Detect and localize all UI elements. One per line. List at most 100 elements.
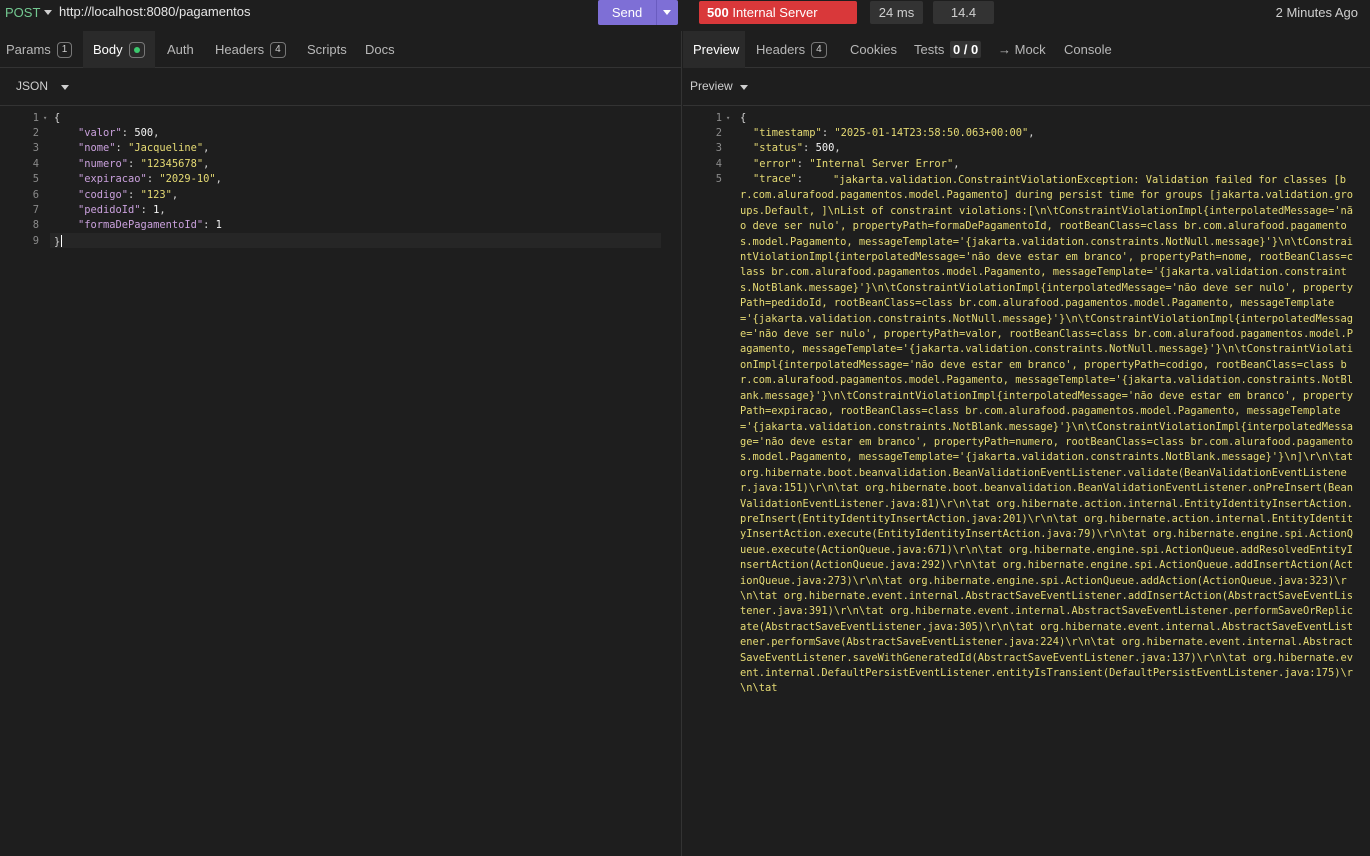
comma: , [203,158,210,170]
tab-label: → Mock [998,42,1046,57]
response-timestamp[interactable]: 2 Minutes Ago [1276,5,1358,20]
json-key: "expiracao" [78,173,147,185]
preview-mode-selector[interactable]: Preview [690,79,733,93]
line-number: 2 [32,127,39,139]
count-badge: 4 [270,41,286,58]
line-number: 4 [715,158,722,170]
request-pane: Params 1 Body Auth Headers 4 Scripts Docs … [0,31,682,856]
tab-cookies[interactable]: Cookies [850,31,897,68]
tab-label: Headers [756,42,806,57]
json-key: "timestamp" [753,127,822,139]
line-number: 7 [32,204,39,216]
line-number: 8 [32,219,39,231]
fold-icon[interactable]: ▾ [726,114,730,122]
line-number: 4 [32,158,39,170]
text-cursor [61,235,63,247]
tab-params[interactable]: Params 1 [6,31,73,68]
request-tabs: Params 1 Body Auth Headers 4 Scripts Docs [0,31,681,68]
code-line: } [54,235,63,248]
send-options-button[interactable] [656,0,678,25]
chevron-down-icon [663,10,671,15]
tab-console[interactable]: Console [1064,31,1112,68]
comma: , [834,142,841,154]
code-line: "valor": 500, [78,127,160,139]
code-line: { [54,112,60,124]
tab-label: Tests [914,42,945,57]
json-key: "nome" [78,142,116,154]
count-badge: 4 [811,41,827,58]
comma: , [953,158,960,170]
tab-response-headers[interactable]: Headers 4 [756,31,827,68]
code-line: "formaDePagamentoId": 1 [78,219,222,231]
line-number: 1 [715,112,722,124]
tab-preview[interactable]: Preview [683,31,745,68]
tab-scripts[interactable]: Scripts [307,31,347,68]
response-pane: Preview Headers 4 Cookies Tests 0 / 0 → M… [683,31,1370,856]
code-line: "expiracao": "2029-10", [78,173,222,185]
json-key: "numero" [78,158,129,170]
status-code: 500 [707,5,729,20]
send-label: Send [611,5,643,20]
tab-docs[interactable]: Docs [365,31,395,68]
tab-mock[interactable]: → Mock [998,31,1046,68]
request-body-editor[interactable]: 1 ▾ 2 3 4 5 6 7 8 9 { "valor": 500, "nom… [0,107,681,856]
line-number: 5 [32,173,39,185]
tab-label: Console [1064,42,1112,57]
brace: { [54,112,61,124]
comma: , [159,204,166,216]
body-format-bar: JSON [0,68,681,106]
json-key: "pedidoId" [78,204,141,216]
tab-headers[interactable]: Headers 4 [215,31,286,68]
tab-tests[interactable]: Tests 0 / 0 [914,31,982,68]
json-value: 500 [134,127,154,139]
tab-label: Scripts [307,42,347,57]
line-number: 2 [715,127,722,139]
chevron-down-icon[interactable] [44,10,52,15]
comma: , [215,173,222,185]
line-gutter: 1 ▾ 2 3 4 5 6 7 8 9 [0,107,50,856]
code-line: "timestamp": "2025-01-14T23:58:50.063+00… [753,127,1035,139]
json-value: 500 [815,142,835,154]
json-value: "Jacqueline" [128,142,204,154]
chevron-down-icon[interactable] [61,85,69,90]
code-line: { [740,112,746,124]
tests-count: 0 / 0 [949,41,982,58]
tab-label: Docs [365,42,395,57]
comma: , [153,127,160,139]
response-time-badge: 24 ms [870,1,923,24]
line-number: 3 [32,142,39,154]
active-dot-icon [128,41,145,58]
response-tabs: Preview Headers 4 Cookies Tests 0 / 0 → M… [683,31,1370,68]
code-line: "error": "Internal Server Error", [753,158,960,170]
body-format-selector[interactable]: JSON [16,79,48,93]
json-value: "123" [140,189,172,201]
code-line: "codigo": "123", [78,189,179,201]
preview-mode-bar: Preview [683,68,1370,106]
stack-trace-value: "jakarta.validation.ConstraintViolationE… [740,174,1360,695]
count-badge: 1 [56,41,73,58]
line-number: 6 [32,189,39,201]
line-number: 5 [715,173,722,185]
comma: , [171,189,179,201]
line-number: 1 [32,112,39,124]
fold-icon[interactable]: ▾ [43,114,47,122]
brace: { [740,112,747,124]
json-value: "12345678" [140,158,204,170]
json-key: "codigo" [78,189,129,201]
json-value: "2029-10" [159,173,216,185]
request-bar: POST http://localhost:8080/pagamentos Se… [0,0,1370,43]
json-value: 1 [215,219,222,231]
tab-label: Headers [215,42,265,57]
tab-auth[interactable]: Auth [167,31,194,68]
code-line: "numero": "12345678", [78,158,210,170]
send-button[interactable]: Send [598,0,678,25]
url-input[interactable]: http://localhost:8080/pagamentos [59,4,251,19]
tab-body[interactable]: Body [83,31,155,68]
chevron-down-icon[interactable] [740,85,748,90]
method-selector[interactable]: POST [5,5,40,20]
response-size-badge: 14.4 KB [933,1,994,43]
json-key: "error" [753,158,797,170]
json-key: "formaDePagamentoId" [78,219,204,231]
comma: , [1028,127,1035,139]
brace: } [54,236,61,248]
